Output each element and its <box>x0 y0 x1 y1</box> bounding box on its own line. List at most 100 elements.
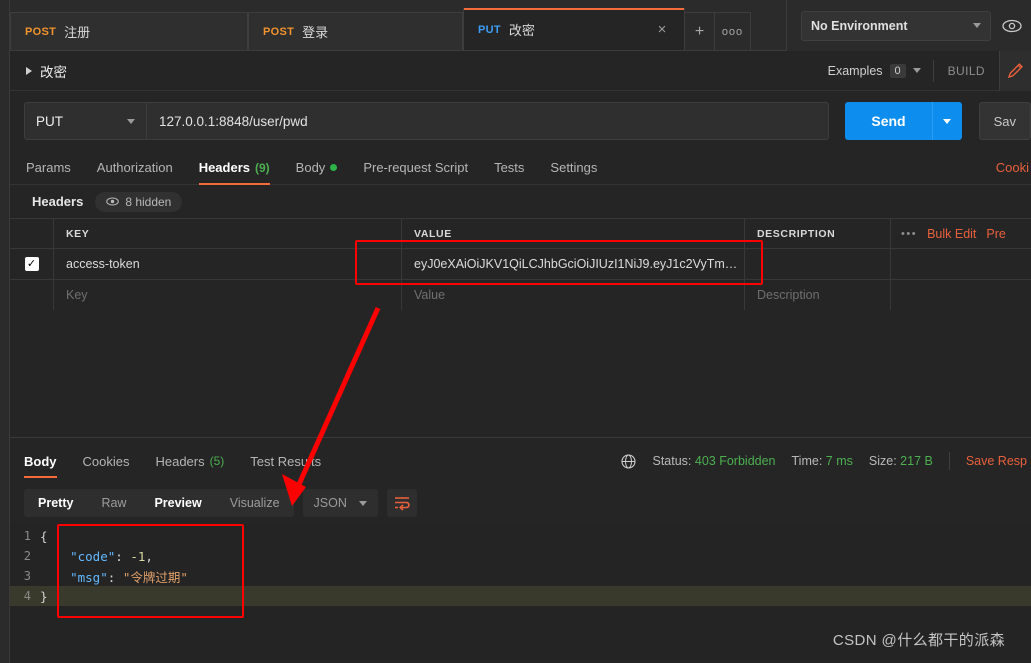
word-wrap-icon[interactable] <box>386 489 417 517</box>
chevron-down-icon <box>973 23 981 28</box>
time-info: Time: 7 ms <box>792 454 853 468</box>
response-tab-headers-label: Headers <box>155 453 205 469</box>
table-options-icon[interactable]: ••• <box>901 228 917 240</box>
breadcrumb-row: 改密 Examples 0 BUILD <box>10 50 1031 91</box>
code-line: 1 { <box>10 526 1031 546</box>
divider <box>948 452 950 470</box>
request-tab-1-method: POST <box>25 25 57 38</box>
row-actions <box>891 249 1031 279</box>
placeholder-value-cell[interactable]: Value <box>402 280 745 310</box>
column-value-label: VALUE <box>414 227 452 240</box>
watermark: CSDN @什么都干的派森 <box>832 632 1005 649</box>
request-tab-2-inner: POST 登录 <box>263 22 328 41</box>
table-row[interactable]: ✓ access-token eyJ0eXAiOiJKV1QiLCJhbGciO… <box>10 248 1031 279</box>
placeholder-description-cell[interactable]: Description <box>745 280 891 310</box>
request-tab-1-label: 注册 <box>64 25 91 40</box>
method-selector[interactable]: PUT <box>24 102 146 140</box>
build-label[interactable]: BUILD <box>934 64 999 78</box>
line-number: 1 <box>23 529 31 543</box>
json-value: "令牌过期" <box>122 569 188 585</box>
chevron-right-icon <box>26 66 32 75</box>
row-key-cell[interactable]: access-token <box>54 249 402 279</box>
table-placeholder-row[interactable]: Key Value Description <box>10 279 1031 310</box>
row-key-value: access-token <box>66 257 140 271</box>
response-tab-body[interactable]: Body <box>24 444 57 478</box>
size-info: Size: 217 B <box>869 454 933 468</box>
code-text: "code": -1, <box>40 549 153 564</box>
code-line: 4 } <box>10 586 1031 606</box>
format-pretty[interactable]: Pretty <box>24 489 87 517</box>
headers-title: Headers <box>32 194 84 209</box>
hidden-headers-toggle[interactable]: 8 hidden <box>95 191 183 212</box>
request-tab-1[interactable]: POST 注册 <box>10 12 248 50</box>
format-raw[interactable]: Raw <box>87 489 140 517</box>
send-options-button[interactable] <box>931 102 962 140</box>
tab-params-label: Params <box>26 160 71 175</box>
placeholder-value-label: Value <box>414 288 446 302</box>
tab-tests[interactable]: Tests <box>494 151 524 185</box>
code-text: "msg": "令牌过期" <box>40 567 188 586</box>
send-button[interactable]: Send <box>845 102 932 140</box>
eye-icon[interactable] <box>999 13 1025 39</box>
presets-link[interactable]: Pre <box>986 227 1005 241</box>
url-input[interactable]: 127.0.0.1:8848/user/pwd <box>146 102 830 140</box>
tab-params[interactable]: Params <box>26 151 71 185</box>
time-label: Time: <box>791 454 823 468</box>
column-key: KEY <box>54 219 402 248</box>
tab-pre-request-script[interactable]: Pre-request Script <box>363 151 468 185</box>
cookies-link[interactable]: Cooki <box>996 160 1031 175</box>
placeholder-key-cell[interactable]: Key <box>54 280 402 310</box>
save-response-link[interactable]: Save Resp <box>966 454 1027 468</box>
breadcrumb-actions: Examples 0 BUILD <box>827 50 1031 91</box>
response-language-selector[interactable]: JSON <box>302 489 378 517</box>
response-tab-test-results-label: Test Results <box>250 453 322 469</box>
row-description-cell[interactable] <box>745 249 891 279</box>
time-value: 7 ms <box>825 454 853 468</box>
format-preview[interactable]: Preview <box>140 489 215 517</box>
tab-settings[interactable]: Settings <box>550 151 597 185</box>
response-tab-cookies[interactable]: Cookies <box>83 444 130 478</box>
tab-options-icon[interactable]: ooo <box>715 12 751 50</box>
row-checkbox[interactable]: ✓ <box>24 257 39 271</box>
request-tab-2[interactable]: POST 登录 <box>248 12 463 50</box>
hidden-headers-label: 8 hidden <box>125 194 172 209</box>
format-toggle-group: Pretty Raw Preview Visualize <box>24 489 294 517</box>
environment-selector[interactable]: No Environment <box>801 10 991 41</box>
chevron-down-icon <box>912 68 921 73</box>
examples-selector[interactable]: Examples 0 <box>827 63 933 78</box>
code-text: { <box>40 528 48 544</box>
status-info: Status: 403 Forbidden <box>652 454 775 468</box>
tab-authorization[interactable]: Authorization <box>97 151 173 185</box>
row-value-cell[interactable]: eyJ0eXAiOiJKV1QiLCJhbGciOiJIUzI1NiJ9.eyJ… <box>402 249 745 279</box>
placeholder-checkbox-cell <box>10 280 54 310</box>
bulk-edit-link[interactable]: Bulk Edit <box>927 227 976 241</box>
response-tab-headers[interactable]: Headers (5) <box>155 444 224 478</box>
page-title: 改密 <box>40 64 67 80</box>
globe-icon <box>621 453 637 469</box>
url-value: 127.0.0.1:8848/user/pwd <box>159 113 308 129</box>
response-section-tabs: Body Cookies Headers (5) Test Results St… <box>10 443 1031 479</box>
chevron-down-icon <box>943 118 952 124</box>
request-section-tabs: Params Authorization Headers (9) Body Pr… <box>10 151 1031 185</box>
send-group: Send <box>845 102 962 140</box>
pencil-icon[interactable] <box>999 50 1031 91</box>
new-tab-button[interactable]: + <box>685 12 715 50</box>
status-value: 403 Forbidden <box>694 454 776 468</box>
body-present-dot-icon <box>330 164 338 171</box>
row-checkbox-cell: ✓ <box>10 249 54 279</box>
tab-body[interactable]: Body <box>296 151 338 185</box>
tab-headers[interactable]: Headers (9) <box>198 151 270 185</box>
method-value: PUT <box>36 113 63 129</box>
response-tab-test-results[interactable]: Test Results <box>250 444 321 478</box>
tab-authorization-label: Authorization <box>96 160 173 175</box>
save-button[interactable]: Sav <box>978 102 1031 140</box>
examples-label: Examples <box>827 63 883 78</box>
response-divider <box>10 437 1031 438</box>
request-tab-2-label: 登录 <box>302 25 329 40</box>
close-icon[interactable]: × <box>654 22 670 37</box>
left-sidebar-rail <box>0 0 10 663</box>
breadcrumb[interactable]: 改密 <box>26 61 67 81</box>
format-visualize[interactable]: Visualize <box>216 489 294 517</box>
request-tab-3-active[interactable]: PUT 改密 × <box>463 8 685 50</box>
line-number: 4 <box>23 589 31 603</box>
